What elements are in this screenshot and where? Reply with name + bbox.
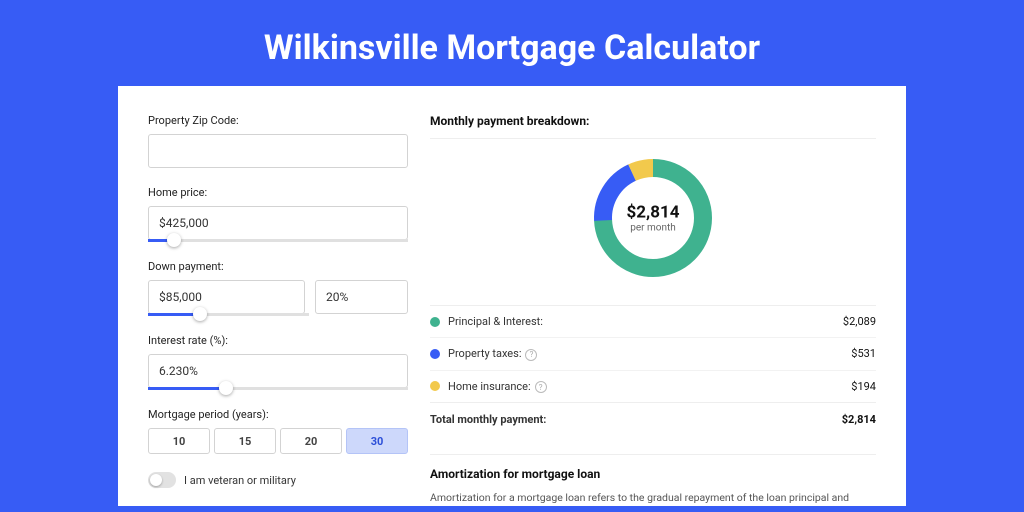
period-group: Mortgage period (years): 10152030: [148, 408, 408, 454]
breakdown-row: Principal & Interest:$2,089: [430, 305, 876, 337]
down-payment-input[interactable]: [148, 280, 305, 314]
donut-area: $2,814 per month: [430, 139, 876, 305]
row-label: Property taxes:?: [448, 347, 851, 361]
interest-label: Interest rate (%):: [148, 334, 408, 347]
amortization-title: Amortization for mortgage loan: [430, 467, 876, 481]
home-price-label: Home price:: [148, 186, 408, 199]
slider-fill: [148, 387, 226, 390]
veteran-toggle[interactable]: [148, 472, 176, 488]
info-icon[interactable]: ?: [535, 381, 547, 393]
donut-amount: $2,814: [627, 203, 680, 223]
row-value: $194: [851, 380, 876, 393]
interest-input[interactable]: [148, 354, 408, 388]
row-label: Home insurance:?: [448, 380, 851, 394]
total-label: Total monthly payment:: [430, 413, 842, 426]
slider-fill: [148, 313, 200, 316]
period-option-10[interactable]: 10: [148, 428, 210, 454]
zip-group: Property Zip Code:: [148, 114, 408, 168]
amortization-text: Amortization for a mortgage loan refers …: [430, 491, 876, 506]
period-option-15[interactable]: 15: [214, 428, 276, 454]
donut-sub: per month: [627, 223, 680, 234]
down-payment-slider[interactable]: [148, 313, 309, 316]
total-row: Total monthly payment: $2,814: [430, 402, 876, 436]
row-value: $531: [851, 347, 876, 360]
home-price-input[interactable]: [148, 206, 408, 240]
veteran-label: I am veteran or military: [184, 474, 296, 487]
down-payment-pct-input[interactable]: [315, 280, 408, 314]
total-value: $2,814: [842, 413, 876, 426]
slider-thumb[interactable]: [219, 381, 233, 395]
form-column: Property Zip Code: Home price: Down paym…: [148, 114, 408, 506]
legend-dot: [430, 317, 440, 327]
period-options: 10152030: [148, 428, 408, 454]
legend-dot: [430, 349, 440, 359]
breakdown-column: Monthly payment breakdown: $2,814 per mo…: [430, 114, 876, 506]
breakdown-rows: Principal & Interest:$2,089Property taxe…: [430, 305, 876, 402]
legend-dot: [430, 381, 440, 391]
slider-thumb[interactable]: [167, 233, 181, 247]
info-icon[interactable]: ?: [525, 349, 537, 361]
row-label: Principal & Interest:: [448, 315, 843, 328]
calculator-card: Property Zip Code: Home price: Down paym…: [118, 86, 906, 506]
home-price-slider[interactable]: [148, 239, 408, 242]
interest-slider[interactable]: [148, 387, 408, 390]
amortization-section: Amortization for mortgage loan Amortizat…: [430, 454, 876, 506]
page-title: Wilkinsville Mortgage Calculator: [0, 0, 1024, 86]
breakdown-row: Home insurance:?$194: [430, 370, 876, 403]
interest-group: Interest rate (%):: [148, 334, 408, 390]
slider-thumb[interactable]: [193, 307, 207, 321]
down-payment-label: Down payment:: [148, 260, 408, 273]
breakdown-title: Monthly payment breakdown:: [430, 114, 876, 139]
donut-chart: $2,814 per month: [588, 153, 718, 283]
down-payment-group: Down payment:: [148, 260, 408, 316]
veteran-row: I am veteran or military: [148, 472, 408, 488]
row-value: $2,089: [843, 315, 876, 328]
donut-center: $2,814 per month: [627, 203, 680, 234]
zip-input[interactable]: [148, 134, 408, 168]
period-label: Mortgage period (years):: [148, 408, 408, 421]
breakdown-row: Property taxes:?$531: [430, 337, 876, 370]
period-option-30[interactable]: 30: [346, 428, 408, 454]
home-price-group: Home price:: [148, 186, 408, 242]
period-option-20[interactable]: 20: [280, 428, 342, 454]
zip-label: Property Zip Code:: [148, 114, 408, 127]
